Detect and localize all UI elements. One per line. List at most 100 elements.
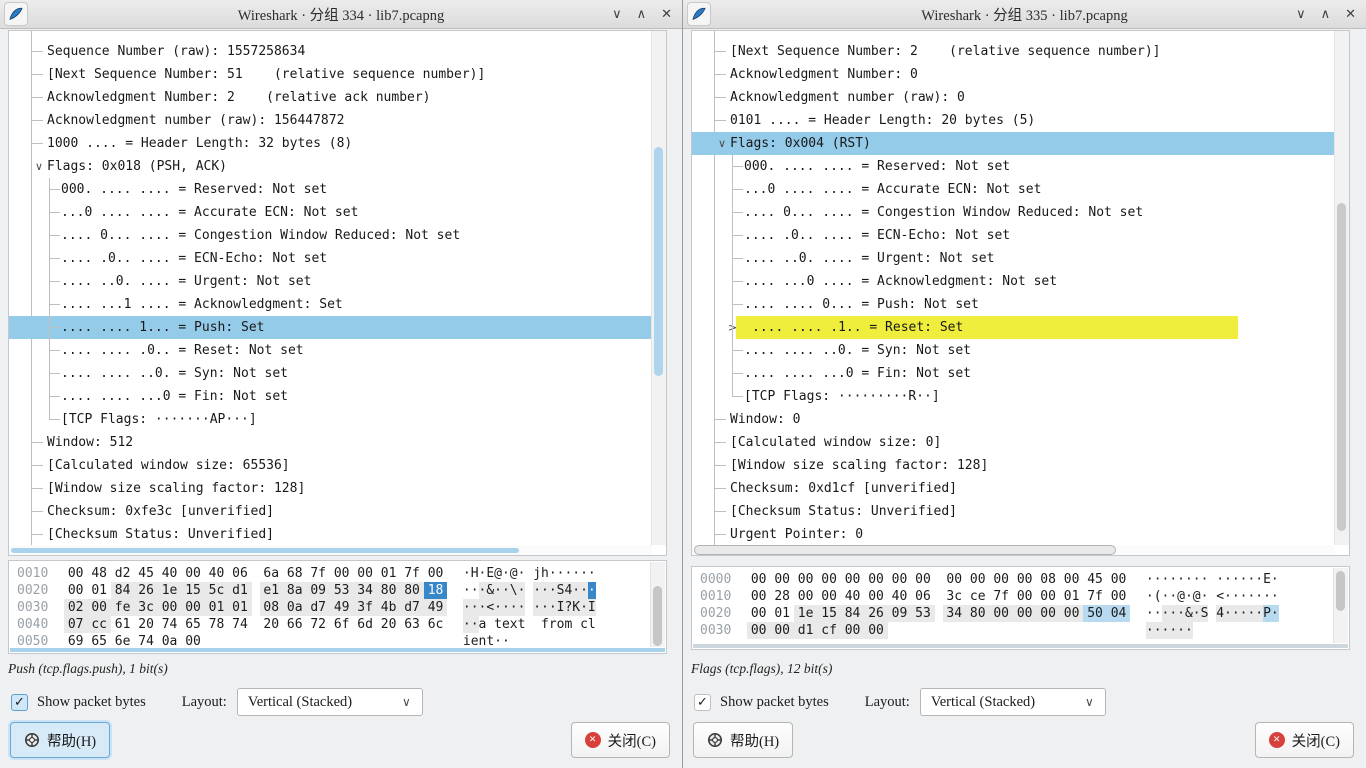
ascii-char[interactable]: · [1177,622,1185,639]
hex-byte[interactable]: 01 [228,599,251,616]
scrollbar-thumb[interactable] [11,548,519,553]
hex-row[interactable]: 004007cc6120746578742066726f6d20636c··a … [17,616,666,633]
hex-byte[interactable]: 15 [817,605,840,622]
hex-byte[interactable]: 66 [283,616,306,633]
ascii-char[interactable]: @ [510,565,518,582]
hex-byte[interactable]: 00 [1107,571,1130,588]
hex-byte[interactable]: d1 [228,582,251,599]
ascii-char[interactable]: t [518,616,526,633]
hex-byte[interactable]: 74 [158,616,181,633]
ascii-char[interactable]: · [1154,605,1162,622]
ascii-char[interactable]: · [1185,588,1193,605]
tree-row[interactable]: Acknowledgment Number: 0 [692,63,1335,86]
ascii-char[interactable]: · [1240,605,1248,622]
maximize-window-icon[interactable]: ∧ [1321,7,1331,22]
ascii-char[interactable]: · [1224,588,1232,605]
ascii-char[interactable]: · [1193,571,1201,588]
hex-byte[interactable]: 78 [205,616,228,633]
hex-byte[interactable]: 84 [841,605,864,622]
tree-row[interactable]: 000. .... .... = Reserved: Not set [692,155,1335,178]
titlebar[interactable]: Wireshark · 分组 335 · lib7.pcapng ∨ ∧ ✕ [683,0,1366,29]
hex-byte[interactable]: 15 [181,582,204,599]
ascii-char[interactable]: E [486,565,494,582]
tree-row[interactable]: .... ...0 .... = Acknowledgment: Not set [692,270,1335,293]
tree-row[interactable]: Acknowledgment Number: 2 (relative ack n… [9,86,652,109]
ascii-char[interactable]: E [1263,571,1271,588]
hex-horizontal-scrollbar[interactable] [10,648,665,652]
ascii-char[interactable]: · [502,582,510,599]
tree-row[interactable]: .... .... 0... = Push: Not set [692,293,1335,316]
ascii-char[interactable]: l [588,616,596,633]
close-button[interactable]: ✕ 关闭(C) [1255,722,1354,758]
tree-row[interactable]: ...0 .... .... = Accurate ECN: Not set [692,178,1335,201]
hex-byte[interactable]: 00 [841,622,864,639]
hex-byte[interactable]: 00 [1107,588,1130,605]
ascii-char[interactable]: · [1177,571,1185,588]
ascii-char[interactable]: · [1255,588,1263,605]
ascii-char[interactable]: · [494,599,502,616]
ascii-char[interactable]: · [1224,571,1232,588]
hex-byte[interactable]: 00 [864,588,887,605]
ascii-char[interactable]: · [1169,588,1177,605]
hex-row[interactable]: 00300200fe3c00000101080ad7493f4bd749···<… [17,599,666,616]
hex-row[interactable]: 0020000184261e155cd1e18a095334808018···&… [17,582,666,599]
hex-byte[interactable]: 40 [205,565,228,582]
ascii-char[interactable]: · [1240,571,1248,588]
ascii-char[interactable]: j [533,565,541,582]
ascii-char[interactable]: · [1255,605,1263,622]
ascii-char[interactable]: c [580,616,588,633]
hex-byte[interactable]: 34 [353,582,376,599]
ascii-char[interactable]: · [1232,571,1240,588]
ascii-char[interactable]: · [549,582,557,599]
packet-bytes-pane[interactable]: 000000000000000000000000000008004500····… [691,566,1350,650]
hex-byte[interactable]: 00 [181,599,204,616]
ascii-char[interactable]: · [463,565,471,582]
tree-row[interactable]: 000. .... .... = Reserved: Not set [9,178,652,201]
hex-byte[interactable]: cf [817,622,840,639]
hex-byte[interactable]: 65 [181,616,204,633]
tree-row[interactable]: .... .... .0.. = Reset: Not set [9,339,652,362]
hex-byte[interactable]: 01 [205,599,228,616]
ascii-char[interactable]: · [518,599,526,616]
hex-byte[interactable]: 26 [134,582,157,599]
hex-byte[interactable]: 26 [864,605,887,622]
ascii-char[interactable]: · [588,582,596,599]
hex-byte[interactable]: 18 [424,582,447,599]
ascii-char[interactable]: ? [564,599,572,616]
hex-byte[interactable]: 02 [64,599,87,616]
tree-row[interactable]: .... 0... .... = Congestion Window Reduc… [9,224,652,247]
hex-byte[interactable]: 00 [181,565,204,582]
hex-byte[interactable]: 00 [794,571,817,588]
hex-byte[interactable]: 20 [260,616,283,633]
ascii-char[interactable]: · [1146,605,1154,622]
hex-byte[interactable]: 45 [1083,571,1106,588]
hex-byte[interactable]: 1e [794,605,817,622]
hex-byte[interactable]: 06 [228,565,251,582]
close-window-icon[interactable]: ✕ [1345,7,1356,22]
hex-byte[interactable]: 00 [817,588,840,605]
ascii-char[interactable]: · [471,582,479,599]
ascii-char[interactable]: · [1169,571,1177,588]
tree-row[interactable]: [Checksum Status: Unverified] [692,500,1335,523]
hex-byte[interactable]: 40 [841,588,864,605]
ascii-char[interactable]: · [572,565,580,582]
hex-byte[interactable]: 80 [400,582,423,599]
tree-row[interactable]: .... .... ...0 = Fin: Not set [9,385,652,408]
tree-vertical-scrollbar[interactable] [1334,31,1349,545]
tree-row[interactable]: .... ...1 .... = Acknowledgment: Set [9,293,652,316]
tree-row[interactable]: Acknowledgment number (raw): 0 [692,86,1335,109]
ascii-char[interactable]: f [541,616,549,633]
hex-row[interactable]: 00100048d245400040066a687f0000017f00·H·E… [17,565,666,582]
expander-open-icon[interactable]: ∨ [35,155,43,178]
tree-row[interactable]: 1000 .... = Header Length: 32 bytes (8) [9,132,652,155]
hex-byte[interactable]: 45 [134,565,157,582]
ascii-char[interactable]: I [588,599,596,616]
hex-horizontal-scrollbar[interactable] [693,644,1348,648]
tree-row[interactable]: [Next Sequence Number: 2 (relative seque… [692,40,1335,63]
hex-byte[interactable]: 00 [888,571,911,588]
tree-row[interactable]: .... .0.. .... = ECN-Echo: Not set [9,247,652,270]
hex-byte[interactable]: 50 [1083,605,1106,622]
hex-byte[interactable]: 00 [330,565,353,582]
hex-byte[interactable]: 49 [424,599,447,616]
packet-detail-tree[interactable]: Sequence Number (raw): 1557258634[Next S… [8,30,667,556]
